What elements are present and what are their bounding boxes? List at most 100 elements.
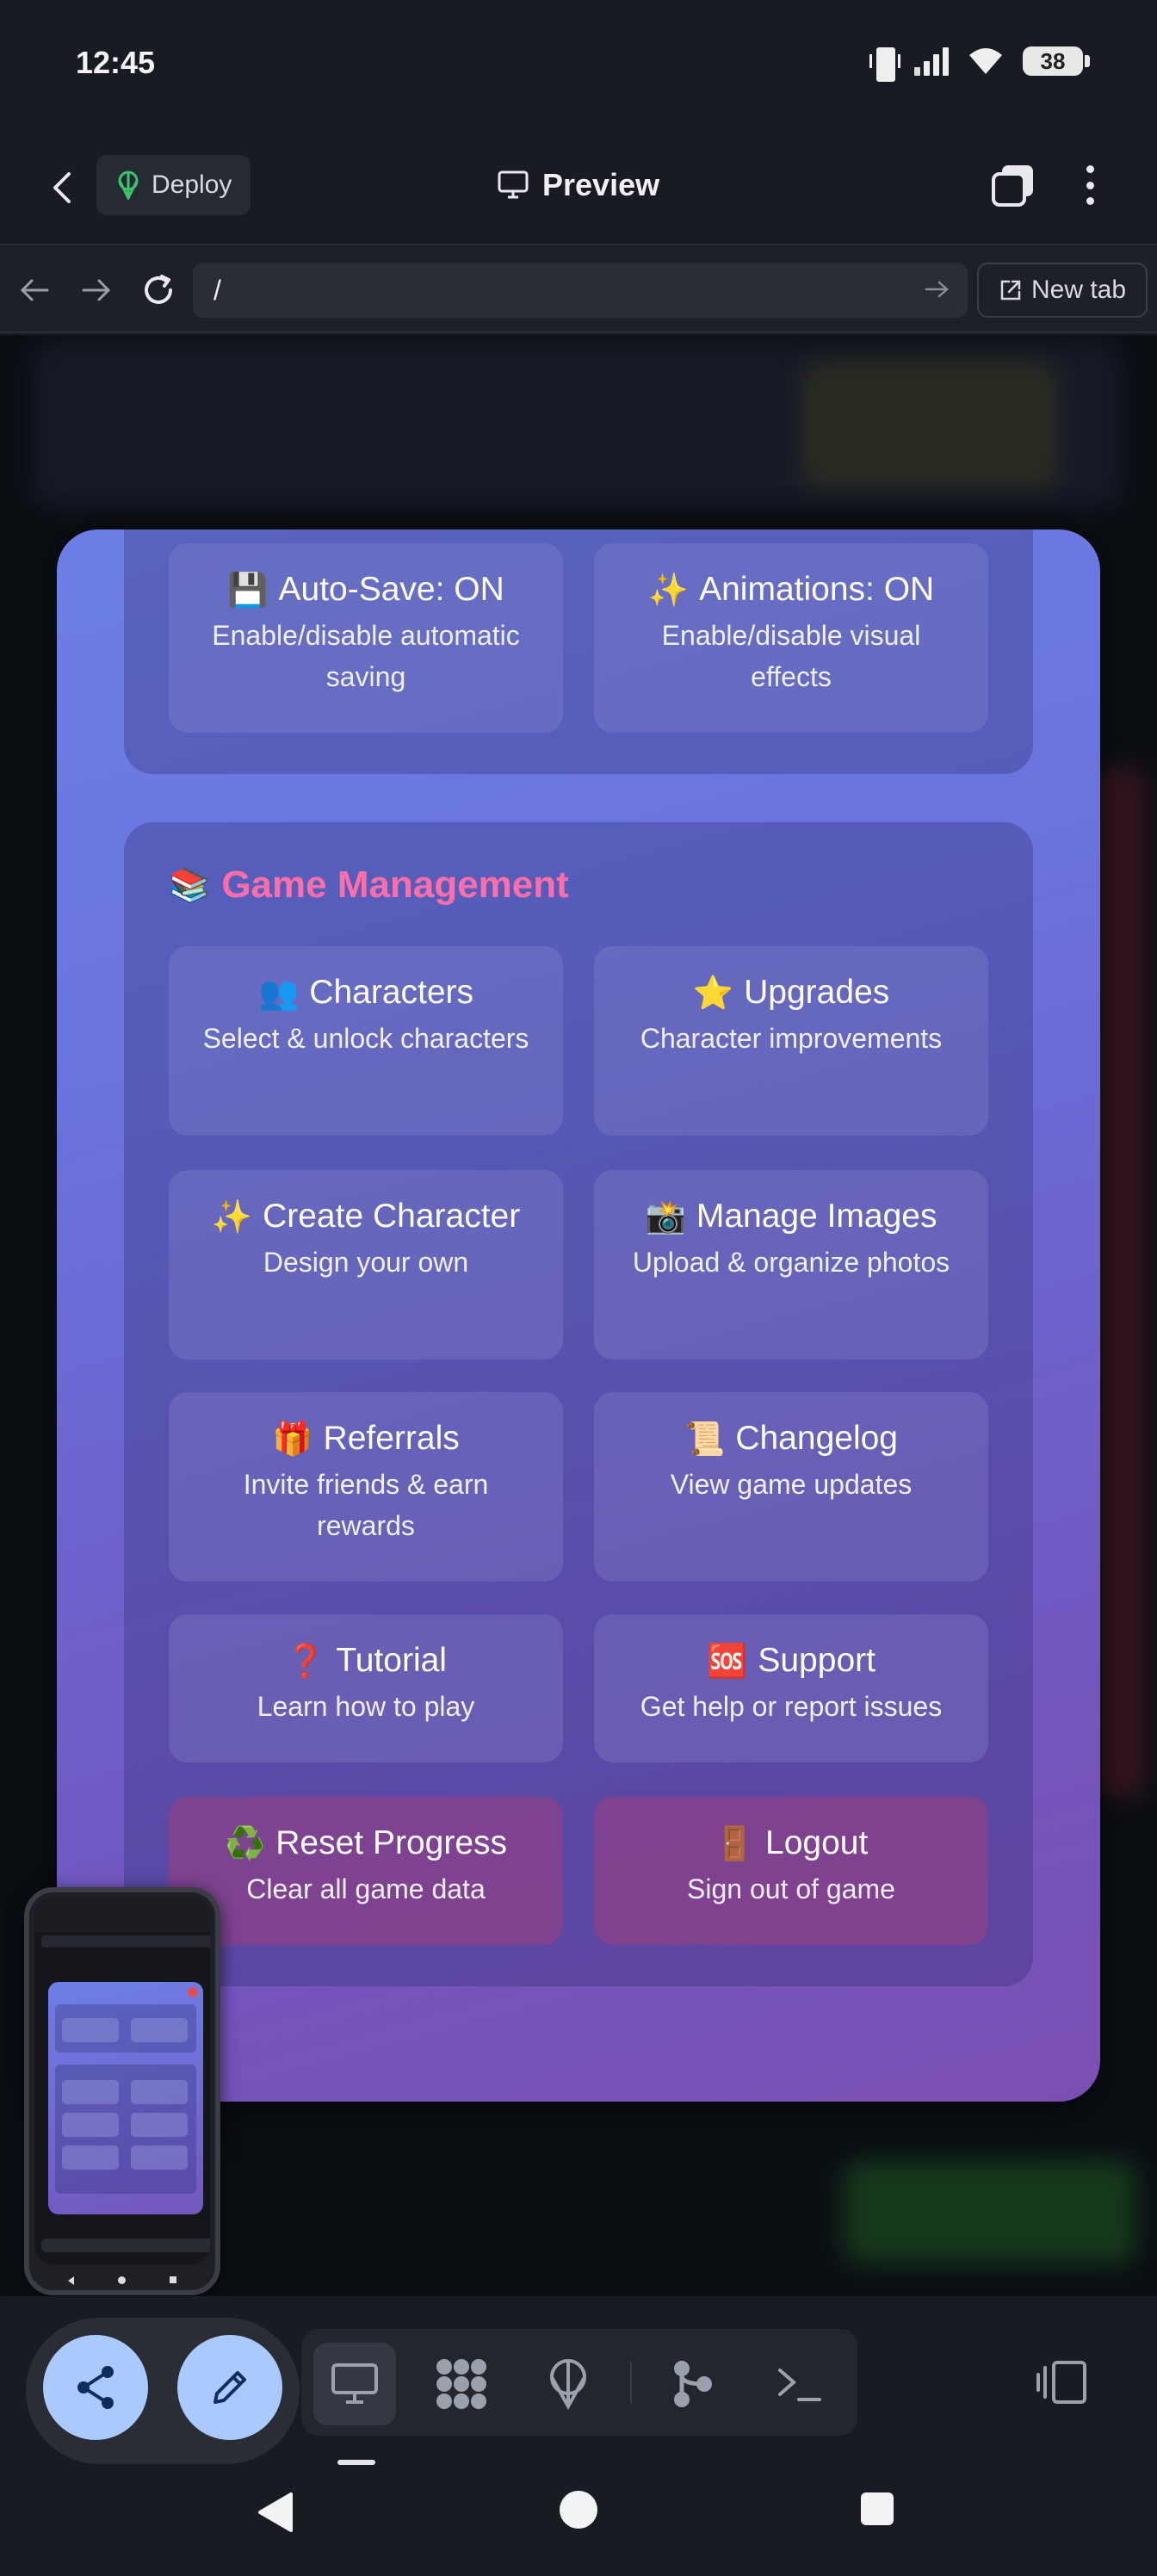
git-branch-icon <box>674 2361 712 2407</box>
card-description: Clear all game data <box>246 1873 486 1904</box>
thumbnail-screen <box>34 1898 210 2264</box>
section-title-text: Game Management <box>221 864 569 906</box>
card-description: Get help or report issues <box>640 1690 943 1722</box>
card-description: Sign out of game <box>687 1873 895 1904</box>
sos-icon: 🆘 <box>707 1641 748 1680</box>
arrow-left-icon <box>20 279 49 301</box>
background-side-blur <box>1093 765 1145 1799</box>
background-button-blur <box>844 2160 1136 2263</box>
card-description: Invite friends & earn rewards <box>243 1468 489 1542</box>
more-options-button[interactable] <box>1080 162 1100 208</box>
external-link-icon <box>1000 280 1021 300</box>
monitor-icon <box>331 2363 378 2404</box>
camera-icon: 📸 <box>645 1197 686 1235</box>
create-character-card[interactable]: ✨ Create Character Design your own <box>169 1170 563 1359</box>
background-badge-blur <box>801 361 1059 490</box>
browser-back-button[interactable] <box>12 268 57 313</box>
card-description: Design your own <box>263 1246 469 1278</box>
system-home-button[interactable] <box>560 2491 597 2529</box>
thumbnail-modal <box>48 1982 203 2214</box>
gift-icon: 🎁 <box>272 1419 313 1458</box>
people-icon: 👥 <box>257 973 300 1012</box>
logout-card[interactable]: 🚪 Logout Sign out of game <box>594 1797 988 1945</box>
scroll-icon: 📜 <box>684 1419 726 1458</box>
share-button[interactable] <box>43 2335 148 2440</box>
manage-images-card[interactable]: 📸 Manage Images Upload & organize photos <box>594 1170 988 1359</box>
animations-toggle-card[interactable]: ✨ Animations: ON Enable/disable visual e… <box>594 543 988 733</box>
card-title: Referrals <box>323 1420 460 1457</box>
upgrades-card[interactable]: ⭐ Upgrades Character improvements <box>594 946 988 1136</box>
toolbar-divider <box>630 2362 632 2403</box>
door-icon: 🚪 <box>714 1824 756 1862</box>
url-text: / <box>213 274 221 306</box>
back-button[interactable] <box>43 164 81 212</box>
terminal-tool-button[interactable] <box>758 2343 840 2425</box>
wifi-icon <box>969 48 1002 74</box>
git-tool-button[interactable] <box>651 2343 733 2425</box>
url-input[interactable]: / <box>193 263 968 318</box>
browser-url-bar: / New tab <box>0 247 1157 333</box>
deploy-icon <box>118 170 139 200</box>
card-title: Upgrades <box>744 974 890 1011</box>
question-mark-icon: ❓ <box>285 1641 326 1680</box>
bottom-toolbar <box>0 2296 1157 2468</box>
signal-icon <box>914 46 949 76</box>
grid-dots-icon <box>436 2359 486 2409</box>
card-title: Support <box>758 1642 875 1679</box>
characters-card[interactable]: 👥 Characters Select & unlock characters <box>169 946 563 1136</box>
recycle-icon: ♻️ <box>224 1824 266 1862</box>
active-tool-indicator <box>337 2460 375 2465</box>
reset-progress-card[interactable]: ♻️ Reset Progress Clear all game data <box>169 1797 563 1945</box>
card-description: Upload & organize photos <box>632 1246 950 1278</box>
card-title: Create Character <box>263 1198 521 1235</box>
status-bar: 12:45 38 <box>0 0 1157 129</box>
fab-group <box>26 2318 300 2464</box>
share-icon <box>77 2366 114 2409</box>
reload-button[interactable] <box>136 268 181 313</box>
preview-title: Preview <box>498 167 659 203</box>
split-panel-button[interactable] <box>1023 2339 1100 2425</box>
status-time: 12:45 <box>76 45 156 80</box>
card-description: Select & unlock characters <box>202 1022 529 1054</box>
game-management-section: 📚 Game Management 👥 Characters Select & u… <box>124 822 1033 1986</box>
edit-button[interactable] <box>177 2335 282 2440</box>
battery-icon: 38 <box>1023 46 1090 76</box>
view-tools <box>301 2329 857 2436</box>
deploy-tool-button[interactable] <box>527 2343 609 2425</box>
card-title: Changelog <box>735 1420 898 1457</box>
support-card[interactable]: 🆘 Support Get help or report issues <box>594 1614 988 1762</box>
card-title: Logout <box>765 1824 869 1861</box>
card-description: Enable/disable automatic saving <box>212 619 520 693</box>
tutorial-card[interactable]: ❓ Tutorial Learn how to play <box>169 1614 563 1762</box>
pencil-icon <box>213 2371 246 2404</box>
card-title: Manage Images <box>696 1198 937 1235</box>
monitor-icon <box>498 170 529 199</box>
browser-forward-button[interactable] <box>74 268 119 313</box>
new-tab-button[interactable]: New tab <box>977 263 1148 318</box>
apps-tool-button[interactable] <box>420 2343 503 2425</box>
card-title: Auto-Save: ON <box>278 571 504 608</box>
card-description: View game updates <box>670 1468 913 1500</box>
preview-tool-button[interactable] <box>313 2343 396 2425</box>
split-view-icon <box>1036 2361 1086 2404</box>
go-arrow-icon[interactable] <box>923 275 952 304</box>
changelog-card[interactable]: 📜 Changelog View game updates <box>594 1392 988 1582</box>
tabs-icon[interactable] <box>990 162 1036 208</box>
card-description: Enable/disable visual effects <box>661 619 921 693</box>
sparkles-icon: ✨ <box>211 1197 253 1235</box>
card-title: Tutorial <box>336 1642 447 1679</box>
arrow-right-icon <box>82 279 111 301</box>
card-title: Animations: ON <box>699 571 935 608</box>
system-back-icon[interactable] <box>255 2491 298 2534</box>
books-icon: 📚 <box>169 865 210 904</box>
autosave-toggle-card[interactable]: 💾 Auto-Save: ON Enable/disable automatic… <box>169 543 563 733</box>
status-icons: 38 <box>869 46 1090 82</box>
floating-preview-thumbnail[interactable] <box>24 1887 220 2295</box>
system-recents-button[interactable] <box>861 2492 894 2525</box>
app-header: Deploy Preview <box>0 129 1157 245</box>
floppy-disk-icon: 💾 <box>227 570 269 609</box>
deploy-button[interactable]: Deploy <box>96 155 251 215</box>
reload-icon <box>145 275 172 304</box>
sparkles-icon: ✨ <box>647 570 690 609</box>
referrals-card[interactable]: 🎁 Referrals Invite friends & earn rewards <box>169 1392 563 1582</box>
